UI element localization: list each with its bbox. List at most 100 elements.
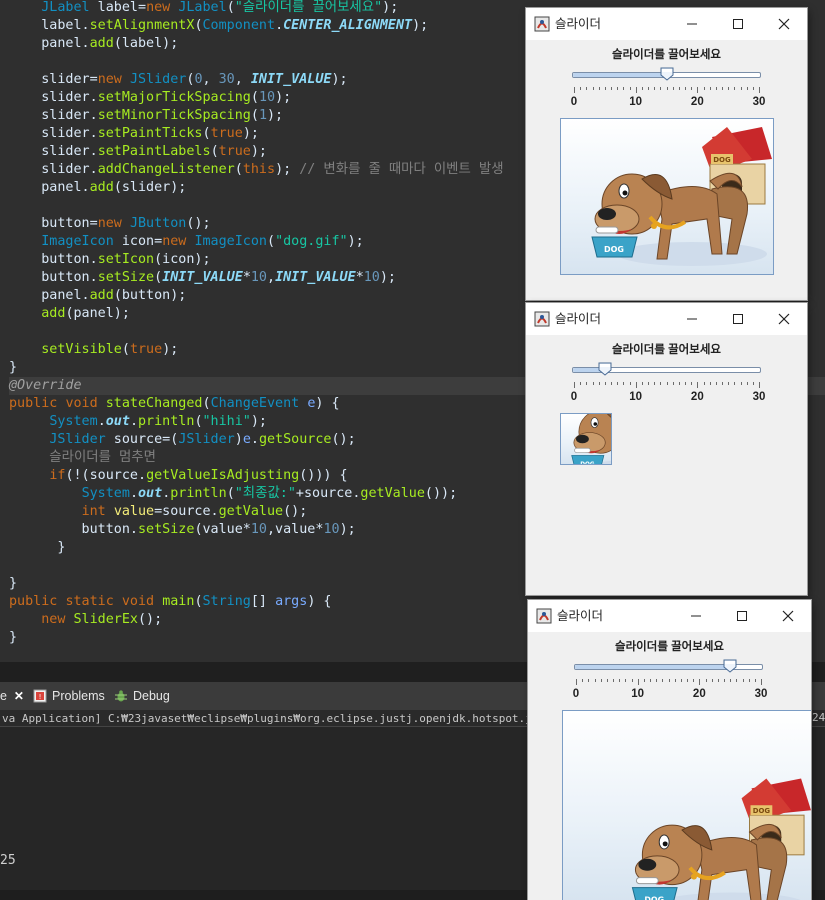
code-line[interactable]: int value=source.getValue(); (9, 503, 308, 521)
code-line[interactable]: } (9, 359, 17, 377)
code-token: println (138, 414, 195, 429)
code-token: INIT_VALUE (250, 72, 332, 87)
code-token: @Override (9, 378, 82, 393)
slider-minor-tick (580, 382, 581, 385)
slider-minor-tick (648, 382, 649, 385)
slider-thumb[interactable] (723, 659, 737, 673)
slider-minor-tick (582, 679, 583, 682)
dog-image-button[interactable]: DOG DOG (560, 413, 612, 465)
slider-minor-tick (617, 382, 618, 385)
code-token: ); (339, 522, 356, 537)
code-line[interactable]: 슬라이더를 멈추면 (9, 449, 156, 467)
slider-minor-tick (660, 87, 661, 90)
code-token: new (97, 72, 122, 87)
code-token: ( (226, 0, 235, 15)
code-line[interactable]: button.setIcon(icon); (9, 251, 210, 269)
code-line[interactable]: } (9, 575, 17, 593)
code-line[interactable]: slider.setPaintTicks(true); (9, 125, 259, 143)
code-line[interactable]: } (9, 539, 65, 557)
code-line[interactable]: panel.add(label); (9, 35, 178, 53)
tab-console[interactable]: e ✕ (0, 682, 26, 710)
code-line[interactable]: public static void main(String[] args) { (9, 593, 332, 611)
code-token: String (202, 594, 251, 609)
code-token: ) { (315, 396, 340, 411)
code-line[interactable]: button.setSize(value*10,value*10); (9, 521, 356, 539)
code-token: JButton (129, 216, 187, 231)
code-line[interactable]: public void stateChanged(ChangeEvent e) … (9, 395, 340, 413)
slider-minor-tick (625, 679, 626, 682)
code-line[interactable]: slider.setMajorTickSpacing(10); (9, 89, 291, 107)
code-token: , (267, 270, 276, 285)
code-line[interactable]: System.out.println("최종값:"+source.getValu… (9, 485, 458, 503)
code-token: ); (379, 270, 396, 285)
code-token: 10 (363, 270, 380, 285)
code-token: ()); (424, 486, 458, 501)
code-line[interactable]: setVisible(true); (9, 341, 178, 359)
code-line[interactable]: panel.add(slider); (9, 179, 186, 197)
code-token: main (162, 594, 195, 609)
tab-console-label: e (0, 689, 7, 703)
slider-minor-tick (741, 382, 742, 385)
code-token: ); (267, 108, 284, 123)
code-token: ( (194, 18, 203, 33)
slider-minor-tick (710, 382, 711, 385)
code-line[interactable]: slider.setPaintLabels(true); (9, 143, 267, 161)
code-token: , (202, 72, 219, 87)
code-line[interactable]: button.setSize(INIT_VALUE*10,INIT_VALUE*… (9, 269, 396, 287)
slider-tick-label: 30 (752, 391, 766, 403)
slider-minor-tick (662, 679, 663, 682)
code-line[interactable]: slider.addChangeListener(this); // 변화를 줄… (9, 161, 504, 179)
code-line[interactable]: ImageIcon icon=new ImageIcon("dog.gif"); (9, 233, 364, 251)
code-token: 1 (258, 108, 267, 123)
slider-thumb[interactable] (598, 362, 612, 376)
code-token: System (49, 414, 98, 429)
dog-image-button[interactable]: DOG DOG (562, 710, 811, 900)
code-line[interactable]: JSlider source=(JSlider)e.getSource(); (9, 431, 356, 449)
code-line[interactable]: JLabel label=new JLabel("슬라이더를 끌어보세요"); (9, 0, 398, 17)
code-line[interactable]: System.out.println("hihi"); (9, 413, 267, 431)
tab-problems[interactable]: ! Problems (33, 682, 105, 710)
code-line[interactable]: slider.setMinorTickSpacing(1); (9, 107, 283, 125)
slider-major-tick (697, 87, 698, 93)
code-token: slider. (9, 108, 98, 123)
code-token: System (81, 486, 130, 501)
value-slider[interactable]: 0 10 20 30 (526, 8, 807, 118)
code-token: setSize (97, 270, 155, 285)
code-line[interactable]: panel.add(button); (9, 287, 186, 305)
code-token: ImageIcon (41, 234, 114, 249)
code-line[interactable]: slider=new JSlider(0, 30, INIT_VALUE); (9, 71, 347, 89)
svg-text:!: ! (39, 693, 42, 701)
code-line[interactable]: add(panel); (9, 305, 130, 323)
value-slider[interactable]: 0 10 20 30 (526, 303, 807, 413)
code-line[interactable]: } (9, 629, 17, 647)
dog-image-button[interactable]: DOG DOG (560, 118, 774, 275)
code-token: "슬라이더를 끌어보세요" (234, 0, 383, 15)
code-token: } (9, 630, 18, 645)
slider-minor-tick (673, 87, 674, 90)
slider-minor-tick (706, 679, 707, 682)
code-line[interactable]: label.setAlignmentX(Component.CENTER_ALI… (9, 17, 428, 35)
code-line[interactable]: if(!(source.getValueIsAdjusting())) { (9, 467, 347, 485)
tab-debug[interactable]: Debug (114, 682, 170, 710)
code-token: ( (250, 108, 259, 123)
slider-major-tick (761, 679, 762, 685)
code-token: Component (202, 18, 276, 33)
code-token: slider. (9, 144, 98, 159)
slider-major-tick (759, 87, 760, 93)
slider-track-fill (573, 73, 668, 77)
code-line[interactable]: button=new JButton(); (9, 215, 210, 233)
value-slider[interactable]: 0 10 20 30 (528, 600, 811, 710)
code-line[interactable]: new SliderEx(); (9, 611, 162, 629)
code-token: ChangeEvent (210, 396, 300, 411)
code-token: (); (331, 432, 356, 447)
close-icon[interactable]: ✕ (12, 689, 26, 703)
code-token: panel. (9, 288, 90, 303)
code-token: // 변화를 줄 때마다 이벤트 발생 (299, 162, 504, 177)
slider-minor-tick (599, 382, 600, 385)
code-token: . (129, 486, 138, 501)
slider-thumb[interactable] (660, 67, 674, 81)
